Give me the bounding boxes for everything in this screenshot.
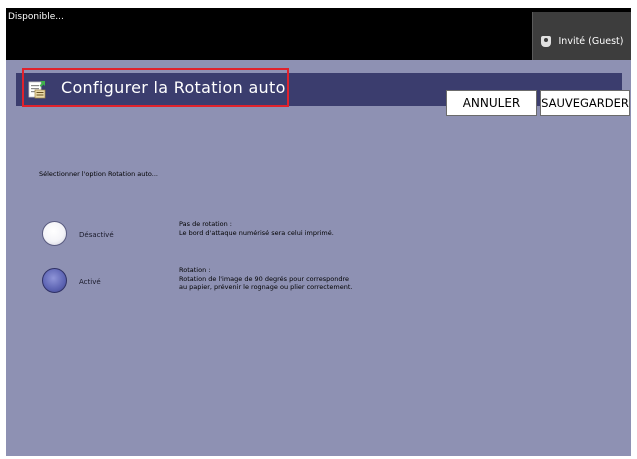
instruction-text: Sélectionner l'option Rotation auto... — [39, 170, 158, 178]
title-highlight-box — [22, 68, 289, 107]
save-button[interactable]: SAUVEGARDER — [540, 90, 630, 116]
guest-user-label: Invité (Guest) — [558, 35, 624, 47]
description-line: au papier, prévenir le rognage ou plier … — [179, 283, 353, 291]
main-panel: Configurer la Rotation auto ANNULER SAUV… — [6, 60, 631, 456]
cancel-button[interactable]: ANNULER — [446, 90, 537, 116]
radio-disabled[interactable] — [42, 221, 67, 246]
option-enabled-label: Activé — [79, 278, 101, 286]
description-line: Le bord d'attaque numérisé sera celui im… — [179, 228, 334, 237]
status-bar: Disponible... Invité (Guest) — [6, 8, 631, 60]
guest-user-button[interactable]: Invité (Guest) — [532, 12, 631, 60]
option-disabled-description: Pas de rotation : Le bord d'attaque numé… — [179, 220, 334, 237]
description-title: Pas de rotation : — [179, 220, 232, 228]
option-enabled-description: Rotation : Rotation de l'image de 90 deg… — [179, 266, 352, 292]
option-disabled-label: Désactivé — [79, 231, 114, 239]
description-line: Rotation de l'image de 90 degrés pour co… — [179, 274, 349, 283]
description-title: Rotation : — [179, 266, 211, 274]
user-icon — [540, 35, 551, 47]
status-text: Disponible... — [8, 12, 64, 22]
radio-enabled[interactable] — [42, 268, 67, 293]
